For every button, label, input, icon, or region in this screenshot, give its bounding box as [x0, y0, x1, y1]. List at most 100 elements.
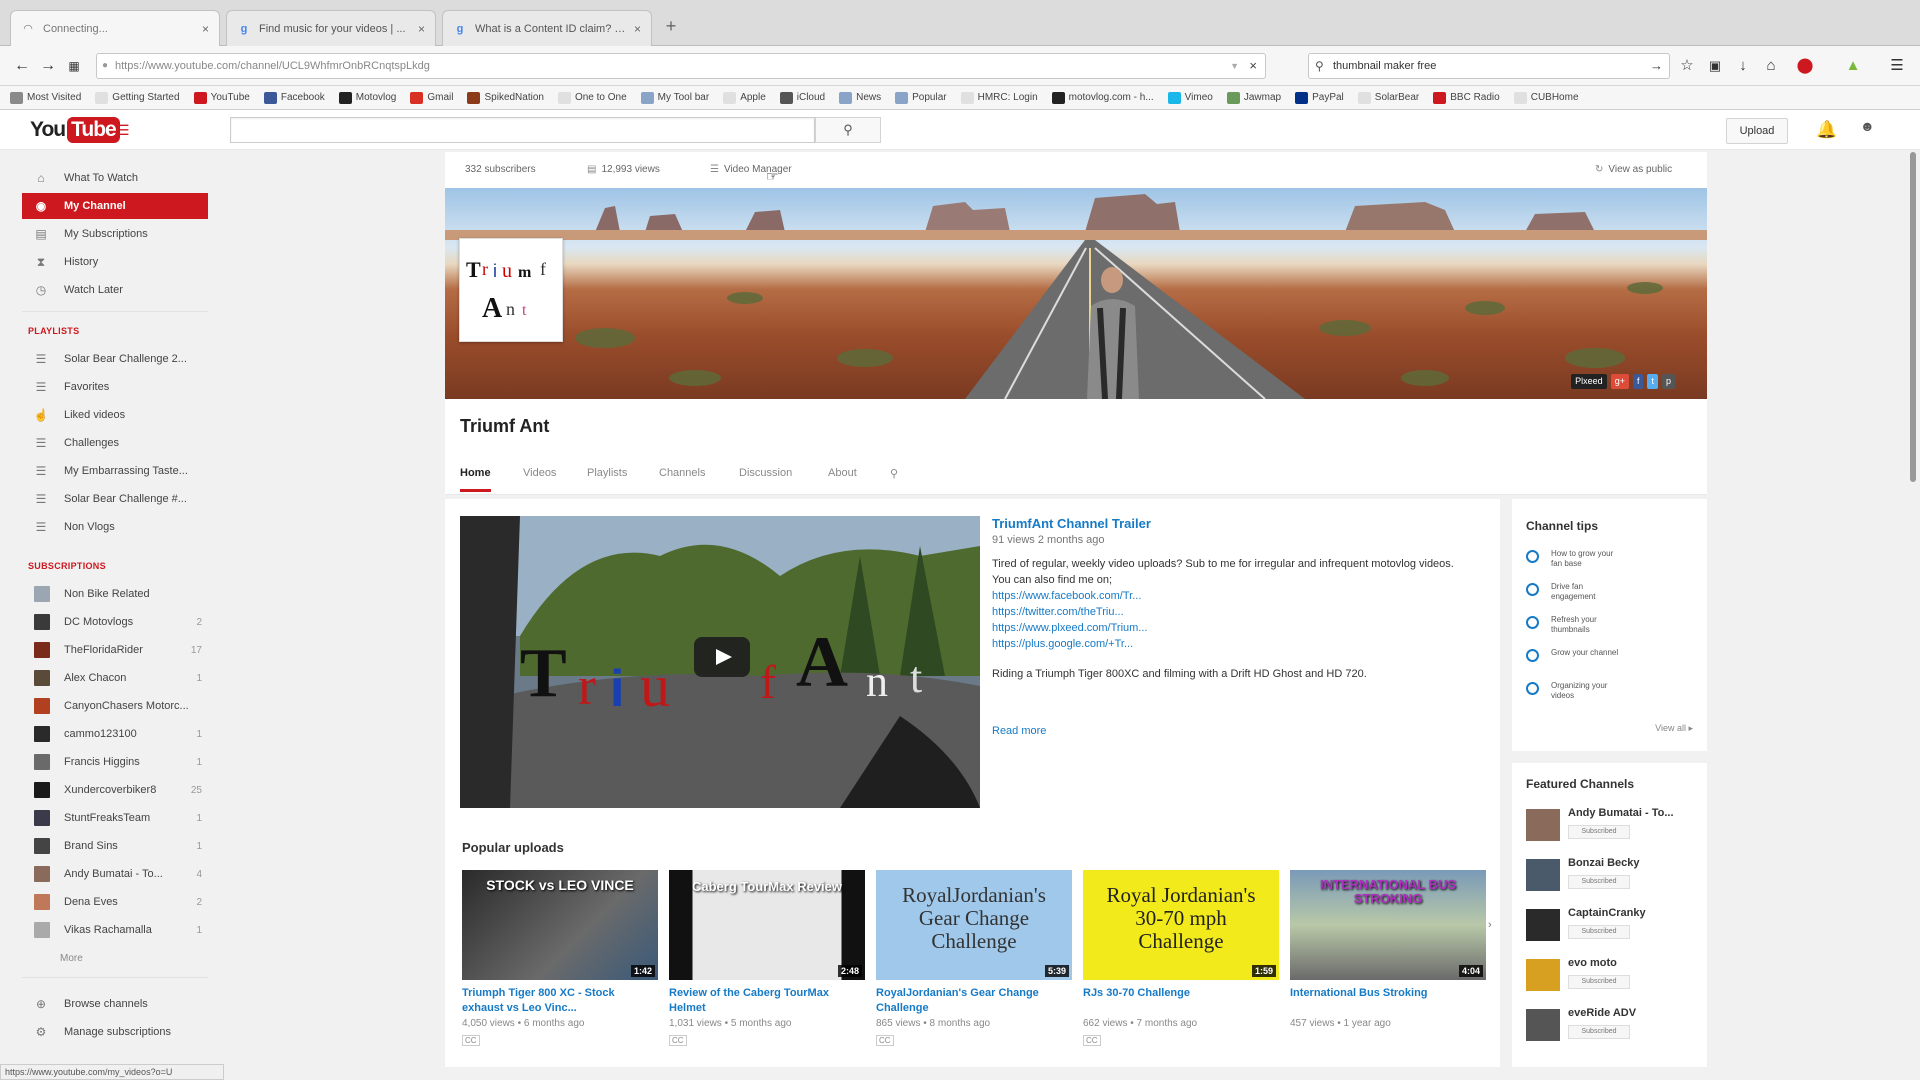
- tab-channels[interactable]: Channels: [659, 467, 705, 489]
- guide-more-link[interactable]: More: [60, 953, 83, 964]
- bookmark-item[interactable]: SolarBear: [1357, 91, 1419, 104]
- guide-item[interactable]: Alex Chacon 1: [22, 665, 208, 691]
- stop-loading-icon[interactable]: ×: [1249, 54, 1257, 78]
- youtube-search-input[interactable]: [230, 117, 815, 143]
- bookmark-item[interactable]: Popular: [895, 91, 947, 104]
- social-link-icon[interactable]: Plxeed: [1571, 374, 1607, 389]
- guide-item[interactable]: Xundercoverbiker8 25: [22, 777, 208, 803]
- video-title-link[interactable]: RJs 30-70 Challenge: [1083, 986, 1279, 1016]
- extension-icon[interactable]: ▲: [1842, 55, 1864, 77]
- bookmark-item[interactable]: Vimeo: [1167, 91, 1213, 104]
- guide-item[interactable]: Andy Bumatai - To... 4: [22, 861, 208, 887]
- video-title-link[interactable]: RoyalJordanian's Gear Change Challenge: [876, 986, 1072, 1016]
- guide-item[interactable]: ⚙ Manage subscriptions: [22, 1019, 208, 1045]
- bookmark-item[interactable]: Facebook: [263, 91, 325, 104]
- forward-icon[interactable]: →: [36, 54, 60, 78]
- channel-trailer-player[interactable]: T r i u f A n t: [460, 516, 980, 808]
- featured-channel-avatar[interactable]: [1526, 909, 1560, 941]
- menu-icon[interactable]: ☰: [1886, 55, 1908, 77]
- social-link-icon[interactable]: g+: [1610, 374, 1629, 389]
- close-tab-icon[interactable]: ×: [418, 22, 425, 36]
- chevron-down-icon[interactable]: ▼: [1230, 54, 1239, 78]
- adblock-icon[interactable]: ⬤: [1794, 55, 1816, 77]
- channel-tip-item[interactable]: How to grow your fan base: [1526, 549, 1696, 569]
- featured-channel-avatar[interactable]: [1526, 959, 1560, 991]
- guide-item[interactable]: TheFloridaRider 17: [22, 637, 208, 663]
- guide-item[interactable]: ☰ Challenges: [22, 430, 208, 456]
- video-thumbnail[interactable]: INTERNATIONAL BUS STROKING 4:04: [1290, 870, 1486, 980]
- guide-item[interactable]: ☰ Non Vlogs: [22, 514, 208, 540]
- featured-channel-name[interactable]: Bonzai Becky: [1568, 857, 1640, 869]
- tab-playlists[interactable]: Playlists: [587, 467, 627, 489]
- scrollbar-thumb[interactable]: [1910, 152, 1916, 482]
- download-icon[interactable]: ↓: [1732, 55, 1754, 77]
- back-icon[interactable]: ←: [10, 54, 34, 78]
- guide-item[interactable]: Francis Higgins 1: [22, 749, 208, 775]
- twitter-link[interactable]: https://twitter.com/theTriu...: [992, 604, 1462, 620]
- search-go-icon[interactable]: →: [1650, 54, 1663, 78]
- featured-channel-name[interactable]: evo moto: [1568, 957, 1617, 969]
- trailer-title-link[interactable]: TriumfAnt Channel Trailer: [992, 516, 1462, 531]
- channel-tip-item[interactable]: Refresh your thumbnails: [1526, 615, 1696, 635]
- guide-item[interactable]: ☰ My Embarrassing Taste...: [22, 458, 208, 484]
- subscribed-button[interactable]: Subscribed: [1568, 1025, 1630, 1039]
- featured-channel-item[interactable]: Bonzai Becky Subscribed: [1526, 857, 1701, 901]
- bookmark-item[interactable]: YouTube: [193, 91, 250, 104]
- bookmark-item[interactable]: Apple: [723, 91, 766, 104]
- view-as-public-link[interactable]: ↻ View as public: [1595, 164, 1672, 175]
- video-card[interactable]: STOCK vs LEO VINCE 1:42 Triumph Tiger 800 …: [462, 870, 658, 1046]
- account-avatar[interactable]: ☻: [1860, 118, 1886, 142]
- video-card[interactable]: Caberg TourMax Review 2:48 Review of the C…: [669, 870, 865, 1046]
- tab-discussion[interactable]: Discussion: [739, 467, 792, 489]
- guide-item[interactable]: StuntFreaksTeam 1: [22, 805, 208, 831]
- address-bar[interactable]: ● https://www.youtube.com/channel/UCL9Wh…: [96, 53, 1266, 79]
- browser-tab[interactable]: g Find music for your videos | ... ×: [226, 10, 436, 46]
- featured-channel-item[interactable]: Andy Bumatai - To... Subscribed: [1526, 807, 1701, 851]
- video-title-link[interactable]: International Bus Stroking: [1290, 986, 1486, 1016]
- channel-tip-item[interactable]: Grow your channel: [1526, 648, 1696, 662]
- video-card[interactable]: INTERNATIONAL BUS STROKING 4:04 Internatio…: [1290, 870, 1486, 1029]
- video-title-link[interactable]: Review of the Caberg TourMax Helmet: [669, 986, 865, 1016]
- subscribed-button[interactable]: Subscribed: [1568, 825, 1630, 839]
- shelf-next-arrow-icon[interactable]: ›: [1488, 919, 1492, 931]
- guide-item[interactable]: ⊕ Browse channels: [22, 991, 208, 1017]
- guide-item[interactable]: ☰ Solar Bear Challenge #...: [22, 486, 208, 512]
- bookmark-item[interactable]: Jawmap: [1226, 91, 1281, 104]
- youtube-search-button[interactable]: ⚲: [815, 117, 881, 143]
- page-scrollbar[interactable]: [1908, 152, 1918, 1067]
- video-card[interactable]: RoyalJordanian's Gear Change Challenge 5:…: [876, 870, 1072, 1046]
- guide-item[interactable]: CanyonChasers Motorc...: [22, 693, 208, 719]
- plxeed-link[interactable]: https://www.plxeed.com/Trium...: [992, 620, 1462, 636]
- bookmark-item[interactable]: Getting Started: [95, 91, 180, 104]
- video-manager-link[interactable]: ☰ Video Manager: [710, 164, 792, 175]
- subscribed-button[interactable]: Subscribed: [1568, 975, 1630, 989]
- social-link-icon[interactable]: f: [1632, 374, 1644, 389]
- bookmark-item[interactable]: Most Visited: [10, 91, 81, 104]
- guide-item[interactable]: ⌂ What To Watch: [22, 165, 208, 191]
- bookmark-item[interactable]: News: [839, 91, 881, 104]
- close-tab-icon[interactable]: ×: [202, 22, 209, 36]
- featured-channel-name[interactable]: CaptainCranky: [1568, 907, 1646, 919]
- subscribed-button[interactable]: Subscribed: [1568, 925, 1630, 939]
- bookmark-item[interactable]: BBC Radio: [1433, 91, 1500, 104]
- upload-button[interactable]: Upload: [1726, 118, 1788, 144]
- reading-list-icon[interactable]: ▣: [1704, 55, 1726, 77]
- featured-channel-item[interactable]: evo moto Subscribed: [1526, 957, 1701, 1001]
- featured-channel-item[interactable]: CaptainCranky Subscribed: [1526, 907, 1701, 951]
- close-tab-icon[interactable]: ×: [634, 22, 641, 36]
- featured-channel-avatar[interactable]: [1526, 809, 1560, 841]
- bookmark-item[interactable]: CUBHome: [1513, 91, 1579, 104]
- guide-item[interactable]: ☰ Solar Bear Challenge 2...: [22, 346, 208, 372]
- subscribed-button[interactable]: Subscribed: [1568, 875, 1630, 889]
- guide-item[interactable]: Non Bike Related: [22, 581, 208, 607]
- guide-item[interactable]: Dena Eves 2: [22, 889, 208, 915]
- featured-channel-item[interactable]: eveRide ADV Subscribed: [1526, 1007, 1701, 1051]
- channel-tip-item[interactable]: Organizing your videos: [1526, 681, 1696, 701]
- google-plus-link[interactable]: https://plus.google.com/+Tr...: [992, 636, 1462, 652]
- video-card[interactable]: Royal Jordanian's 30-70 mph Challenge 1:5…: [1083, 870, 1279, 1046]
- history-grid-icon[interactable]: ▦: [62, 54, 86, 78]
- tab-home[interactable]: Home: [460, 467, 491, 492]
- browser-search-field[interactable]: ⚲ thumbnail maker free →: [1308, 53, 1670, 79]
- guide-item[interactable]: ◷ Watch Later: [22, 277, 208, 303]
- bookmark-item[interactable]: iCloud: [779, 91, 825, 104]
